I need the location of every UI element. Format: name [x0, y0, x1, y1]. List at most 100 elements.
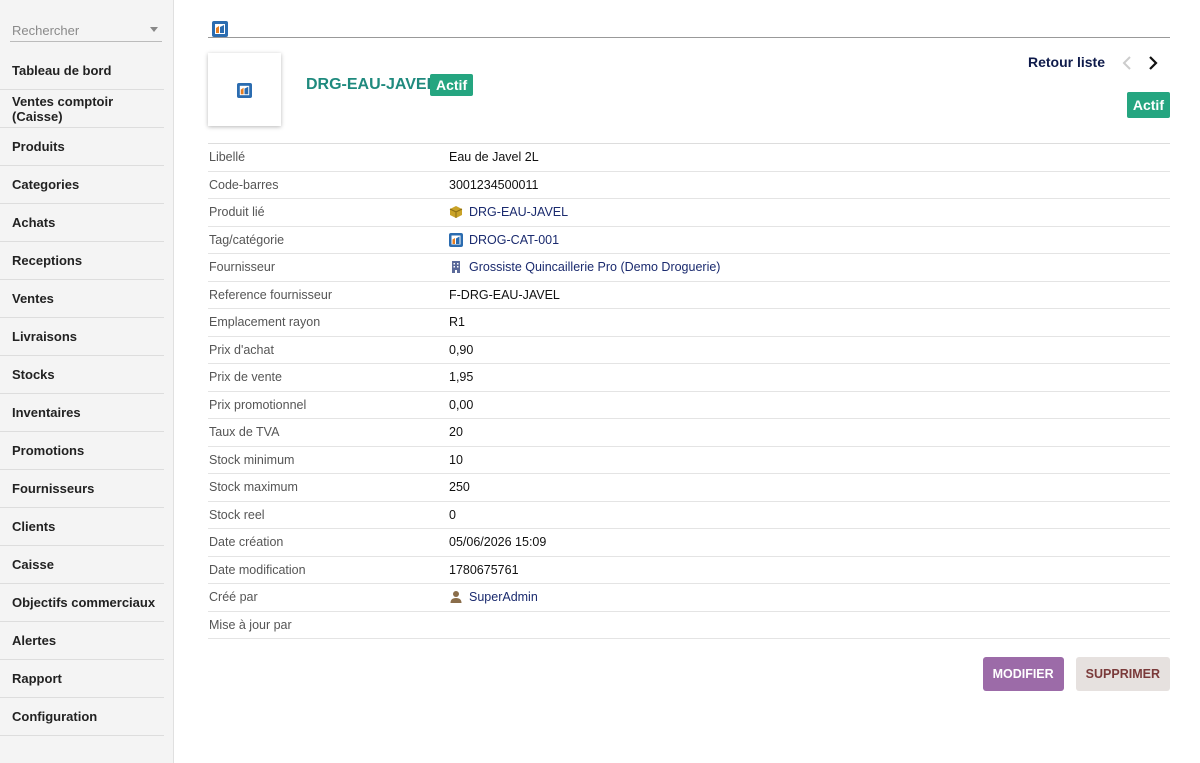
sidebar-item-label: Ventes: [12, 291, 54, 306]
app-logo-icon: [449, 232, 463, 247]
table-row: Date modification 1780675761: [208, 557, 1170, 584]
field-value: 0,90: [449, 343, 473, 357]
sidebar-item-label: Configuration: [12, 709, 98, 724]
field-label: Tag/catégorie: [209, 232, 285, 247]
sidebar-item-label: Objectifs commerciaux: [12, 595, 156, 610]
sidebar-item-rapport[interactable]: Rapport: [0, 660, 164, 698]
sidebar-item-label: Inventaires: [12, 405, 81, 420]
field-value-text: 0,90: [449, 342, 474, 357]
field-label: Date création: [209, 535, 284, 550]
sidebar-item-inventaires[interactable]: Inventaires: [0, 394, 164, 432]
field-value: 3001234500011: [449, 178, 538, 192]
sidebar-item-label: Achats: [12, 215, 56, 230]
field-value[interactable]: Grossiste Quincaillerie Pro (Demo Drogue…: [449, 260, 720, 274]
sidebar-item-caisse[interactable]: Caisse: [0, 546, 164, 584]
sidebar-item-label: Promotions: [12, 443, 85, 458]
field-value-text: 10: [449, 452, 463, 467]
sidebar-item-configuration[interactable]: Configuration: [0, 698, 164, 736]
sidebar-item-promotions[interactable]: Promotions: [0, 432, 164, 470]
sidebar-item-label: Fournisseurs: [12, 481, 95, 496]
sidebar-item-label: Stocks: [12, 367, 55, 382]
app-logo-icon: [212, 21, 228, 37]
table-row: Stock maximum 250: [208, 474, 1170, 502]
field-value-text: Eau de Javel 2L: [449, 150, 539, 165]
table-row: Prix promotionnel 0,00: [208, 392, 1170, 419]
sidebar-item-label: Tableau de bord: [12, 63, 112, 78]
field-value-text: 1,95: [449, 370, 474, 385]
field-value: 1,95: [449, 370, 473, 384]
details-table: Libellé Eau de Javel 2L Code-barres 3001234…: [208, 143, 1170, 639]
field-link[interactable]: Grossiste Quincaillerie Pro (Demo Drogue…: [469, 260, 720, 274]
sidebar-menu: Tableau de bord Ventes comptoir (Caisse) P…: [0, 52, 174, 736]
field-value-text: 1780675761: [449, 562, 519, 577]
search-select[interactable]: Rechercher: [10, 18, 162, 42]
search-placeholder: Rechercher: [12, 23, 80, 38]
sidebar-item-tableau-de-bord[interactable]: Tableau de bord: [0, 52, 164, 90]
field-label: Date modification: [209, 562, 306, 577]
field-value: 0,00: [449, 398, 473, 412]
action-bar: MODIFIER SUPPRIMER: [982, 657, 1170, 691]
table-row: Fournisseur Grossiste Quincaillerie Pro (…: [208, 254, 1170, 282]
sidebar-item-fournisseurs[interactable]: Fournisseurs: [0, 470, 164, 508]
sidebar-item-label: Rapport: [12, 671, 62, 686]
sidebar-item-objectifs[interactable]: Objectifs commerciaux: [0, 584, 164, 622]
field-label: Emplacement rayon: [209, 315, 321, 330]
sidebar-item-label: Clients: [12, 519, 56, 534]
sidebar-item-categories[interactable]: Categories: [0, 166, 164, 204]
field-value[interactable]: SuperAdmin: [449, 590, 538, 604]
building-icon: [452, 261, 460, 274]
sidebar-item-livraisons[interactable]: Livraisons: [0, 318, 164, 356]
sidebar-item-clients[interactable]: Clients: [0, 508, 164, 546]
sidebar-item-label: Ventes comptoir (Caisse): [12, 93, 114, 124]
product-photo[interactable]: [208, 53, 281, 126]
modify-button[interactable]: MODIFIER: [982, 657, 1064, 691]
page-title: DRG-EAU-JAVEL: [306, 76, 437, 93]
field-value: F-DRG-EAU-JAVEL: [449, 288, 560, 302]
field-value: R1: [449, 315, 465, 329]
field-link[interactable]: SuperAdmin: [469, 590, 538, 604]
table-row: Taux de TVA 20: [208, 419, 1170, 447]
back-to-list-link[interactable]: Retour liste: [1028, 54, 1105, 70]
table-row: Emplacement rayon R1: [208, 309, 1170, 337]
sidebar-item-produits[interactable]: Produits: [0, 128, 164, 166]
table-row: Stock reel 0: [208, 502, 1170, 529]
field-value[interactable]: DRG-EAU-JAVEL: [449, 205, 568, 219]
field-label: Taux de TVA: [209, 425, 280, 440]
field-label: Code-barres: [209, 177, 279, 192]
table-row: Prix de vente 1,95: [208, 364, 1170, 392]
field-value[interactable]: DROG-CAT-001: [449, 232, 559, 247]
chevron-right-icon[interactable]: [1148, 55, 1158, 71]
sidebar-item-receptions[interactable]: Receptions: [0, 242, 164, 280]
field-value-text: 05/06/2026 15:09: [449, 535, 547, 550]
sidebar-item-stocks[interactable]: Stocks: [0, 356, 164, 394]
field-label: Prix d'achat: [209, 342, 274, 357]
table-row: Code-barres 3001234500011: [208, 172, 1170, 199]
chevron-left-icon[interactable]: [1122, 55, 1132, 71]
field-label: Prix promotionnel: [209, 397, 307, 412]
sidebar-item-ventes-comptoir[interactable]: Ventes comptoir (Caisse): [0, 90, 164, 128]
field-value: 10: [449, 453, 463, 467]
box-icon: [449, 206, 463, 219]
field-value-text: 0,00: [449, 397, 474, 412]
sidebar-item-label: Alertes: [12, 633, 57, 648]
chevron-down-icon[interactable]: [150, 27, 158, 32]
field-value-text: 0: [449, 507, 456, 522]
field-label: Prix de vente: [209, 370, 282, 385]
sidebar-item-achats[interactable]: Achats: [0, 204, 164, 242]
sidebar-item-label: Livraisons: [12, 329, 78, 344]
sidebar-item-ventes[interactable]: Ventes: [0, 280, 164, 318]
sidebar-item-label: Caisse: [12, 557, 54, 572]
sidebar-item-label: Receptions: [12, 253, 83, 268]
field-link[interactable]: DRG-EAU-JAVEL: [469, 205, 568, 219]
field-label: Stock reel: [209, 507, 265, 522]
main-content: DRG-EAU-JAVEL Actif Retour liste Actif L…: [208, 0, 1170, 763]
field-link[interactable]: DROG-CAT-001: [469, 233, 559, 247]
sidebar: Rechercher Tableau de bord Ventes comptoi…: [0, 0, 174, 763]
table-row: Stock minimum 10: [208, 447, 1170, 474]
user-icon: [450, 591, 462, 604]
sidebar-item-alertes[interactable]: Alertes: [0, 622, 164, 660]
field-value: 05/06/2026 15:09: [449, 535, 546, 549]
sidebar-item-label: Produits: [12, 139, 65, 154]
delete-button[interactable]: SUPPRIMER: [1075, 657, 1170, 691]
table-row: Créé par SuperAdmin: [208, 584, 1170, 612]
